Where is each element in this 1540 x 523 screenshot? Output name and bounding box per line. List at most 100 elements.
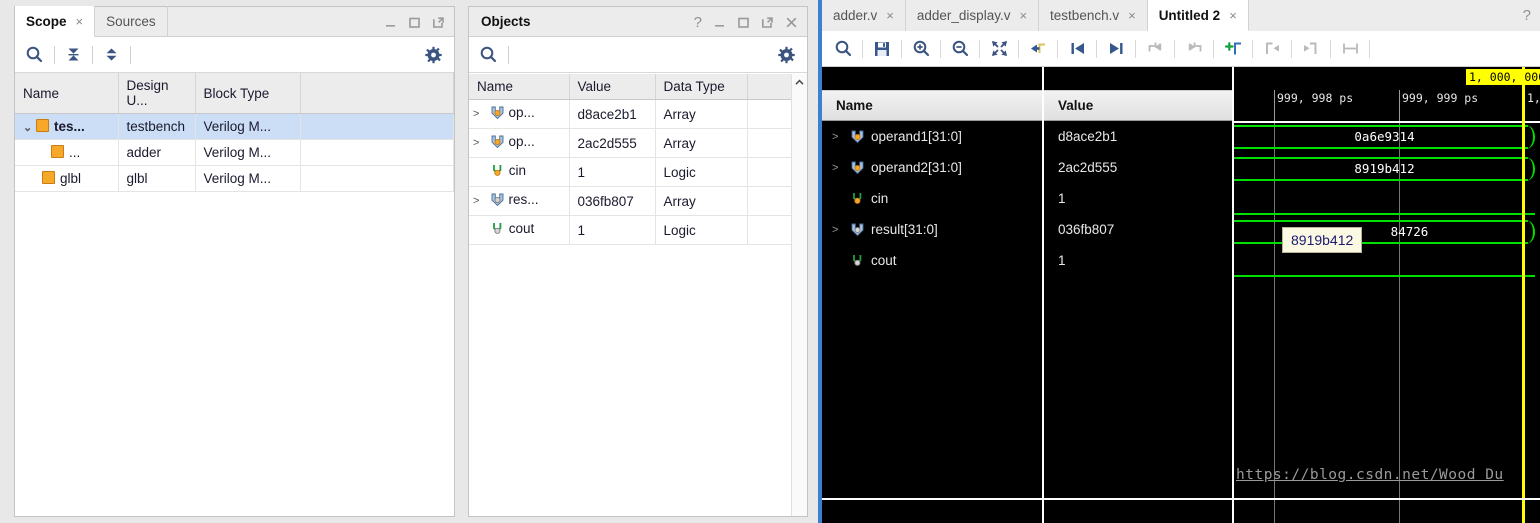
- array-signal-icon: [490, 105, 505, 123]
- next-transition-icon[interactable]: [1181, 36, 1207, 62]
- previous-marker-icon[interactable]: [1259, 36, 1285, 62]
- help-icon[interactable]: ?: [694, 15, 702, 30]
- tab-untitled-2-close-icon[interactable]: ×: [1229, 8, 1237, 23]
- waveform-logic-cout: [1234, 275, 1535, 277]
- tab-testbench-v[interactable]: testbench.v ×: [1039, 0, 1148, 31]
- waveform-col-value-header[interactable]: Value: [1044, 90, 1232, 121]
- scope-row-name: glbl: [60, 171, 82, 186]
- previous-transition-icon[interactable]: [1142, 36, 1168, 62]
- toolbar-divider: [1018, 39, 1019, 58]
- expand-all-icon[interactable]: [103, 46, 120, 63]
- settings-gear-icon[interactable]: [778, 46, 795, 63]
- objects-row-name: op...: [508, 105, 535, 120]
- table-row[interactable]: > op... d8ace2b1 Array: [469, 99, 792, 129]
- objects-col-data-type[interactable]: Data Type: [655, 74, 748, 100]
- objects-vertical-scrollbar[interactable]: [791, 74, 807, 516]
- waveform-col-name-header[interactable]: Name: [822, 90, 1042, 121]
- tab-adder-v-close-icon[interactable]: ×: [886, 8, 894, 23]
- objects-cell-name[interactable]: cin: [469, 157, 570, 187]
- table-row[interactable]: cin 1 Logic: [469, 157, 792, 187]
- value-column-hsplit[interactable]: [1044, 498, 1232, 500]
- snap-to-transition-icon[interactable]: [1025, 36, 1051, 62]
- objects-cell-blank: [747, 186, 792, 216]
- tab-scope-close-icon[interactable]: ×: [76, 14, 84, 29]
- objects-cell-name[interactable]: cout: [469, 215, 570, 245]
- collapse-all-icon[interactable]: [65, 46, 82, 63]
- scope-search-input[interactable]: [141, 45, 444, 65]
- waveform-canvas[interactable]: 999, 998 ps 999, 999 ps 1, 0 0a6e9314: [1234, 67, 1540, 523]
- waveform-signal-value: 1: [1058, 253, 1066, 268]
- objects-col-name[interactable]: Name: [469, 74, 570, 100]
- tab-adder-display-v[interactable]: adder_display.v ×: [906, 0, 1040, 31]
- waveform-signal-row[interactable]: cin: [822, 183, 1042, 214]
- search-icon[interactable]: [25, 45, 44, 64]
- chevron-right-icon[interactable]: >: [473, 137, 486, 149]
- waveform-signal-row[interactable]: > operand2[31:0]: [822, 152, 1042, 183]
- search-icon[interactable]: [830, 36, 856, 62]
- go-to-start-icon[interactable]: [1064, 36, 1090, 62]
- scope-cell-name[interactable]: glbl: [15, 165, 119, 192]
- chevron-right-icon[interactable]: >: [832, 131, 844, 143]
- objects-cell-value: 036fb807: [569, 186, 656, 216]
- close-icon[interactable]: [785, 16, 798, 29]
- zoom-out-icon[interactable]: [947, 36, 973, 62]
- measure-icon[interactable]: [1337, 36, 1363, 62]
- objects-cell-name[interactable]: > op...: [469, 99, 570, 129]
- scope-cell-name[interactable]: ⌄ tes...: [15, 113, 119, 140]
- tab-testbench-v-close-icon[interactable]: ×: [1128, 8, 1136, 23]
- minimize-icon[interactable]: [713, 16, 726, 29]
- add-marker-icon[interactable]: [1220, 36, 1246, 62]
- objects-filter-toolbar: [469, 37, 807, 73]
- settings-gear-icon[interactable]: [425, 46, 442, 63]
- table-row[interactable]: glbl glbl Verilog M...: [15, 165, 454, 192]
- save-icon[interactable]: [869, 36, 895, 62]
- objects-cell-name[interactable]: > res...: [469, 186, 570, 216]
- objects-row-name: res...: [508, 192, 539, 207]
- minimize-icon[interactable]: [384, 16, 397, 29]
- table-row[interactable]: > res... 036fb807 Array: [469, 186, 792, 216]
- zoom-in-icon[interactable]: [908, 36, 934, 62]
- objects-cell-name[interactable]: > op...: [469, 128, 570, 158]
- float-icon[interactable]: [761, 16, 774, 29]
- go-to-end-icon[interactable]: [1103, 36, 1129, 62]
- tab-untitled-2[interactable]: Untitled 2 ×: [1147, 0, 1249, 31]
- help-icon[interactable]: ?: [1523, 8, 1531, 23]
- chevron-right-icon[interactable]: >: [473, 108, 486, 120]
- chevron-right-icon[interactable]: >: [473, 195, 486, 207]
- chevron-right-icon[interactable]: >: [832, 162, 844, 174]
- waveform-signal-row[interactable]: > operand1[31:0]: [822, 121, 1042, 152]
- maximize-icon[interactable]: [408, 16, 421, 29]
- tab-adder-v[interactable]: adder.v ×: [822, 0, 906, 31]
- table-row[interactable]: ... adder Verilog M...: [15, 139, 454, 166]
- tab-sources[interactable]: Sources: [95, 6, 168, 37]
- waveform-signal-row[interactable]: > result[31:0]: [822, 214, 1042, 245]
- chevron-down-icon[interactable]: ⌄: [23, 121, 36, 134]
- search-icon[interactable]: [479, 45, 498, 64]
- table-row[interactable]: ⌄ tes... testbench Verilog M...: [15, 113, 454, 140]
- chevron-right-icon[interactable]: >: [832, 224, 844, 236]
- waveform-bus-label: 8919b412: [1354, 161, 1415, 176]
- waveform-cursor[interactable]: [1522, 67, 1525, 523]
- tab-adder-display-v-close-icon[interactable]: ×: [1019, 8, 1027, 23]
- objects-search-input[interactable]: [519, 45, 797, 65]
- table-row[interactable]: cout 1 Logic: [469, 215, 792, 245]
- objects-col-value[interactable]: Value: [569, 74, 656, 100]
- tab-scope[interactable]: Scope ×: [15, 6, 96, 37]
- scope-cell-name[interactable]: ...: [15, 139, 119, 166]
- scroll-up-arrow-icon[interactable]: [792, 74, 807, 90]
- tab-untitled-2-label: Untitled 2: [1158, 7, 1221, 23]
- waveform-window: adder.v × adder_display.v × testbench.v …: [818, 0, 1540, 523]
- wave-column-hsplit[interactable]: [1234, 498, 1540, 500]
- scope-col-design-unit[interactable]: Design U...: [118, 73, 196, 114]
- scope-col-block-type[interactable]: Block Type: [195, 73, 301, 114]
- scope-col-name[interactable]: Name: [15, 73, 119, 114]
- table-row[interactable]: > op... 2ac2d555 Array: [469, 128, 792, 158]
- scope-table-header: Name Design U... Block Type: [15, 73, 454, 114]
- tab-sources-label: Sources: [106, 14, 156, 29]
- next-marker-icon[interactable]: [1298, 36, 1324, 62]
- maximize-icon[interactable]: [737, 16, 750, 29]
- zoom-fit-icon[interactable]: [986, 36, 1012, 62]
- float-icon[interactable]: [432, 16, 445, 29]
- name-column-hsplit[interactable]: [822, 498, 1042, 500]
- waveform-signal-row[interactable]: cout: [822, 245, 1042, 276]
